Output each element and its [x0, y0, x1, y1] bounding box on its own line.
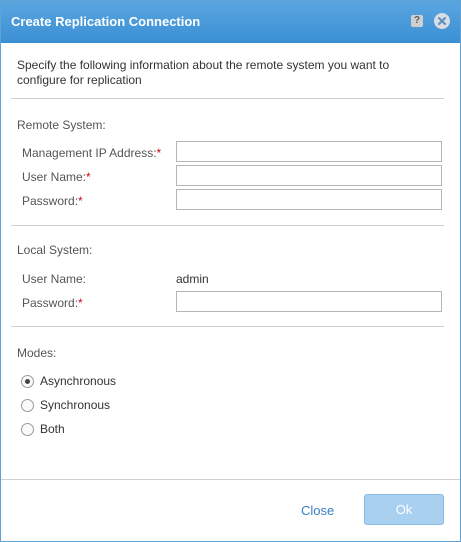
local-password-label: Password:* [22, 296, 83, 310]
mgmt-ip-label: Management IP Address:* [22, 146, 162, 160]
remote-username-label: User Name:* [22, 170, 91, 184]
mode-option-synchronous[interactable]: Synchronous [21, 398, 110, 412]
divider [11, 98, 444, 99]
remote-password-label: Password:* [22, 194, 83, 208]
local-password-field[interactable] [176, 291, 442, 312]
radio-unchecked-icon[interactable] [21, 422, 34, 436]
dialog-titlebar: Create Replication Connection ? [1, 1, 460, 43]
dialog-title: Create Replication Connection [11, 14, 201, 29]
help-icon[interactable]: ? [411, 15, 423, 27]
radio-unchecked-icon[interactable] [21, 398, 34, 412]
divider [11, 326, 444, 327]
mode-option-label: Asynchronous [40, 374, 117, 388]
required-marker: * [78, 194, 83, 208]
mgmt-ip-field[interactable] [176, 141, 442, 162]
remote-system-heading: Remote System: [17, 118, 106, 132]
mode-option-asynchronous[interactable]: Asynchronous [21, 374, 116, 388]
close-icon[interactable] [434, 13, 450, 29]
radio-checked-icon[interactable] [21, 374, 34, 388]
mode-option-label: Both [40, 422, 65, 436]
divider [11, 225, 444, 226]
footer-divider [1, 479, 460, 480]
ok-button[interactable]: Ok [364, 494, 444, 525]
mode-option-both[interactable]: Both [21, 422, 65, 436]
local-system-heading: Local System: [17, 243, 93, 257]
remote-password-field[interactable] [176, 189, 442, 210]
local-username-label: User Name: [22, 272, 87, 286]
replication-dialog: Create Replication Connection ? Specify … [0, 0, 461, 542]
local-username-value: admin [176, 272, 209, 286]
close-button[interactable]: Close [301, 503, 334, 518]
required-marker: * [86, 170, 91, 184]
dialog-intro: Specify the following information about … [17, 58, 390, 87]
mode-option-label: Synchronous [40, 398, 111, 412]
required-marker: * [78, 296, 83, 310]
required-marker: * [156, 146, 162, 160]
modes-heading: Modes: [17, 346, 57, 360]
remote-username-field[interactable] [176, 165, 442, 186]
